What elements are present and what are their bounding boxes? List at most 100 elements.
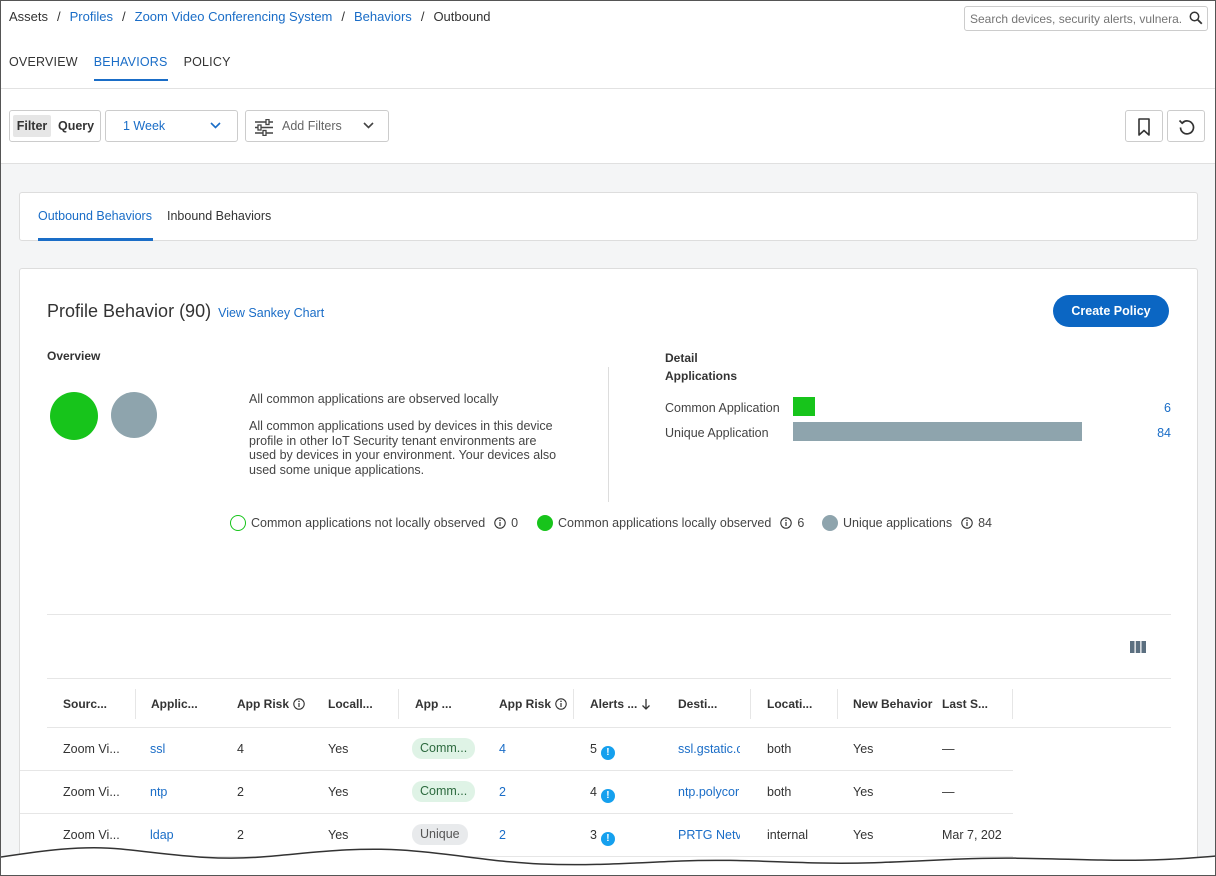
query-mode-button[interactable]: Query bbox=[58, 115, 94, 137]
col-destination[interactable]: Desti... bbox=[678, 697, 717, 711]
create-policy-button[interactable]: Create Policy bbox=[1053, 295, 1169, 327]
legend-value: 6 bbox=[797, 516, 805, 530]
breadcrumb-profiles[interactable]: Profiles bbox=[70, 9, 113, 24]
column-divider bbox=[837, 689, 838, 719]
column-divider bbox=[750, 689, 751, 719]
col-last-seen[interactable]: Last S... bbox=[942, 697, 988, 711]
breadcrumb-separator: / bbox=[122, 9, 126, 24]
column-divider bbox=[135, 689, 136, 719]
info-icon[interactable] bbox=[494, 517, 506, 529]
detail-label: Detail Applications bbox=[665, 349, 737, 385]
column-divider bbox=[573, 689, 574, 719]
legend-hollow-dot bbox=[230, 515, 246, 531]
refresh-icon bbox=[1178, 119, 1195, 135]
breadcrumb-profile-name[interactable]: Zoom Video Conferencing System bbox=[135, 9, 333, 24]
common-application-bar bbox=[793, 397, 815, 416]
breadcrumb-assets[interactable]: Assets bbox=[9, 9, 48, 24]
cell-alerts: 4! bbox=[590, 785, 615, 803]
legend-gray-dot bbox=[822, 515, 838, 531]
filter-query-toggle: Filter Query bbox=[9, 110, 101, 142]
cell-destination[interactable]: ntp.polycor bbox=[678, 785, 739, 799]
legend-label: Common applications locally observed bbox=[558, 516, 772, 530]
alert-icon[interactable]: ! bbox=[600, 789, 615, 803]
info-icon[interactable] bbox=[555, 698, 567, 710]
view-sankey-link[interactable]: View Sankey Chart bbox=[218, 306, 324, 320]
tab-policy[interactable]: POLICY bbox=[184, 55, 231, 81]
cell-location: both bbox=[767, 742, 792, 756]
legend-label: Common applications not locally observed bbox=[251, 516, 486, 530]
legend-label: Unique applications bbox=[843, 516, 953, 530]
overview-description: All common applications used by devices … bbox=[249, 419, 557, 477]
breadcrumb-behaviors[interactable]: Behaviors bbox=[354, 9, 412, 24]
tab-behaviors[interactable]: BEHAVIORS bbox=[93, 55, 168, 81]
torn-edge bbox=[1, 846, 1215, 875]
add-filters-dropdown[interactable]: Add Filters bbox=[245, 110, 389, 142]
alert-icon[interactable]: ! bbox=[600, 746, 615, 760]
common-application-label: Common Application bbox=[665, 401, 780, 415]
table-header: Sourc... Applic... App Risk Locall... Ap… bbox=[47, 678, 1171, 728]
tab-inbound-behaviors[interactable]: Inbound Behaviors bbox=[167, 209, 271, 223]
info-icon[interactable] bbox=[293, 698, 305, 710]
col-location[interactable]: Locati... bbox=[767, 697, 812, 711]
cell-application[interactable]: ntp bbox=[150, 785, 167, 799]
col-alerts[interactable]: Alerts ... bbox=[590, 697, 651, 711]
alert-count: 5 bbox=[590, 742, 597, 756]
legend-value: 84 bbox=[978, 516, 993, 530]
applications-heading: Applications bbox=[665, 369, 738, 383]
cell-application[interactable]: ssl bbox=[150, 742, 165, 756]
search-box bbox=[964, 6, 1208, 31]
cell-alerts: 5! bbox=[590, 742, 615, 760]
col-app-risk-2[interactable]: App Risk bbox=[499, 697, 567, 711]
table-row[interactable]: Zoom Vi... ntp 2 Yes Comm... 2 4! ntp.polycor bo… bbox=[20, 771, 1013, 814]
cell-last-seen: — bbox=[942, 785, 955, 799]
unique-application-label: Unique Application bbox=[665, 426, 769, 440]
cell-locally: Yes bbox=[328, 785, 349, 799]
table-row[interactable]: Zoom Vi... ssl 4 Yes Comm... 4 5! ssl.gstatic.c… bbox=[20, 728, 1013, 771]
cell-destination[interactable]: ssl.gstatic.c bbox=[678, 742, 740, 756]
info-icon[interactable] bbox=[961, 517, 973, 529]
col-application[interactable]: Applic... bbox=[151, 697, 198, 711]
unique-application-count[interactable]: 84 bbox=[1131, 426, 1171, 440]
search-input[interactable] bbox=[965, 7, 1183, 30]
divider bbox=[1, 88, 1215, 89]
legend-green-dot bbox=[537, 515, 553, 531]
info-icon[interactable] bbox=[780, 517, 793, 529]
sliders-icon bbox=[255, 119, 273, 136]
col-new-behavior[interactable]: New Behavior bbox=[853, 697, 932, 711]
bookmark-button[interactable] bbox=[1125, 110, 1163, 142]
app-type-badge: Comm... bbox=[412, 738, 476, 759]
active-tab-indicator bbox=[38, 238, 153, 241]
alert-count: 4 bbox=[590, 785, 597, 799]
col-app-risk[interactable]: App Risk bbox=[237, 697, 305, 711]
col-source[interactable]: Sourc... bbox=[63, 697, 107, 711]
vertical-divider bbox=[608, 367, 609, 502]
filter-mode-button[interactable]: Filter bbox=[13, 115, 51, 137]
time-range-select[interactable]: 1 Week bbox=[105, 110, 238, 142]
refresh-button[interactable] bbox=[1167, 110, 1205, 142]
breadcrumb-current: Outbound bbox=[433, 9, 491, 24]
tab-overview[interactable]: OVERVIEW bbox=[9, 55, 78, 81]
add-filters-label: Add Filters bbox=[282, 119, 342, 133]
legend-not-observed: Common applications not locally observed… bbox=[230, 515, 518, 531]
search-icon[interactable] bbox=[1189, 11, 1203, 25]
legend-locally-observed: Common applications locally observed 6 bbox=[537, 515, 804, 531]
col-locally[interactable]: Locall... bbox=[328, 697, 373, 711]
cell-app-risk-2[interactable]: 4 bbox=[499, 742, 506, 756]
common-application-count[interactable]: 6 bbox=[1131, 401, 1171, 415]
unique-application-bar bbox=[793, 422, 1082, 441]
column-divider bbox=[398, 689, 399, 719]
tab-outbound-behaviors[interactable]: Outbound Behaviors bbox=[38, 209, 152, 223]
profile-behavior-card: Profile Behavior (90) View Sankey Chart … bbox=[19, 268, 1198, 875]
cell-app-risk: 2 bbox=[237, 785, 244, 799]
cell-locally: Yes bbox=[328, 742, 349, 756]
sort-down-icon[interactable] bbox=[641, 698, 651, 710]
cell-source: Zoom Vi... bbox=[63, 742, 120, 756]
breadcrumb-separator: / bbox=[420, 9, 425, 24]
header: Assets / Profiles / Zoom Video Conferenc… bbox=[1, 1, 1215, 163]
cell-new-behavior: Yes bbox=[853, 785, 874, 799]
common-apps-circle bbox=[50, 392, 98, 440]
behavior-direction-tabs: Outbound Behaviors Inbound Behaviors bbox=[19, 192, 1198, 241]
cell-app-risk-2[interactable]: 2 bbox=[499, 785, 506, 799]
col-app-type[interactable]: App ... bbox=[415, 697, 452, 711]
columns-icon[interactable] bbox=[1130, 641, 1146, 653]
